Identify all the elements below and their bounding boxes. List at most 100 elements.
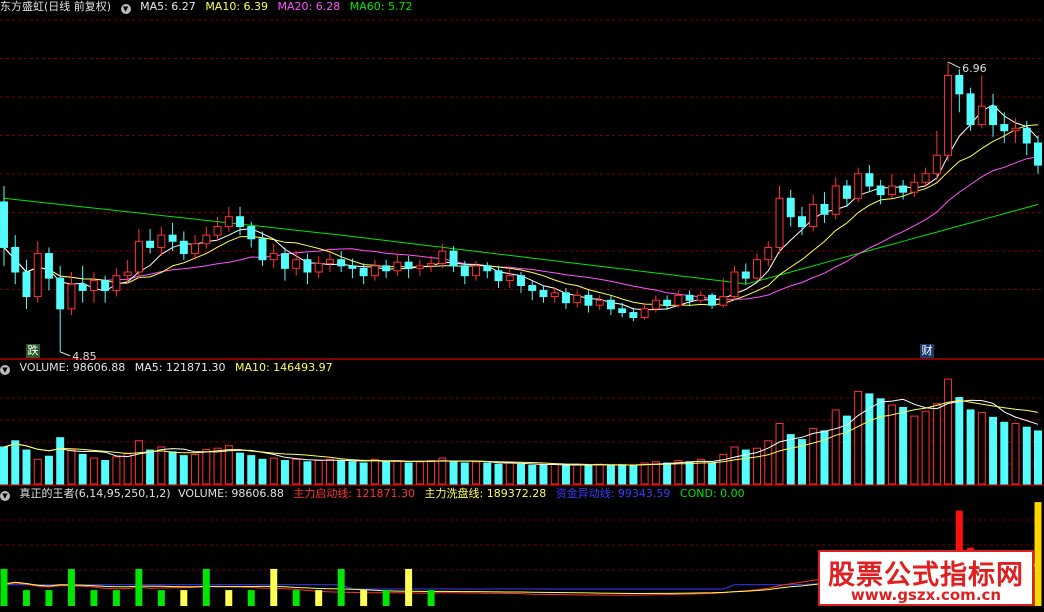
volume-bar — [775, 423, 784, 485]
volume-bar — [269, 457, 278, 485]
indicator-bar — [67, 568, 75, 606]
candle-down — [460, 265, 469, 277]
volume-bar — [989, 416, 998, 485]
volume-bar — [157, 446, 166, 485]
indicator-name[interactable]: 真正的王者(6,14,95,250,1,2) — [20, 487, 171, 500]
volume-bar — [1011, 423, 1020, 485]
candle-down — [618, 308, 627, 314]
candle-down — [606, 299, 615, 310]
indicator-dropdown-icon[interactable]: ▼ — [0, 491, 10, 501]
candle-up — [292, 259, 301, 269]
volume-bar — [708, 462, 717, 485]
volume-bar — [202, 448, 211, 485]
volume-bar — [573, 463, 582, 485]
candle-up — [651, 299, 660, 310]
indicator-bar — [337, 568, 345, 606]
volume-bar — [292, 458, 301, 485]
volume-bar — [78, 453, 87, 485]
volume-bar — [11, 440, 20, 485]
volume-bar — [629, 464, 638, 485]
settings-dropdown-icon[interactable]: ▼ — [120, 4, 131, 14]
volume-bar — [370, 458, 379, 485]
volume-bar — [449, 461, 458, 485]
candle-down — [78, 283, 87, 291]
volume-bar — [528, 464, 537, 485]
die-marker: 跌 — [26, 344, 40, 358]
indicator-cond: COND: 0.00 — [679, 487, 745, 500]
candle-up — [123, 271, 132, 277]
candle-up — [415, 265, 424, 269]
candle-up — [269, 253, 278, 261]
candle-down — [899, 185, 908, 193]
volume-bar — [651, 461, 660, 485]
volume-bar — [1000, 421, 1009, 485]
candle-down — [101, 280, 110, 291]
candle-up — [854, 173, 863, 199]
candle-up — [719, 296, 728, 306]
candle-down — [561, 292, 570, 304]
candle-up — [944, 74, 953, 156]
candle-up — [224, 216, 233, 228]
candle-down — [382, 265, 391, 272]
candle-up — [550, 292, 559, 298]
candle-up — [213, 226, 222, 236]
candle-down — [236, 216, 245, 228]
watermark-url: www.gszx.com.cn — [850, 586, 1002, 604]
candle-down — [955, 74, 964, 95]
stock-chart-window: 6.96 4.85 东方盛虹(日线 前复权) ▼ MA5: 6.27 MA10: … — [0, 0, 1044, 608]
volume-bar — [876, 398, 885, 485]
volume-bar — [606, 464, 615, 485]
candle-down — [303, 259, 312, 273]
candle-down — [741, 271, 750, 279]
volume-bar — [539, 464, 548, 485]
candle-up — [730, 271, 739, 298]
candle-up — [134, 240, 143, 273]
volume-bar — [134, 440, 143, 485]
candle-up — [674, 294, 683, 306]
ma10-label: MA10: 6.39 — [205, 0, 269, 13]
candle-up — [977, 105, 986, 126]
indicator-bar — [180, 590, 188, 606]
volume-ma5: MA5: 121871.30 — [134, 361, 226, 374]
ma5-label: MA5: 6.27 — [140, 0, 196, 13]
candle-down — [348, 265, 357, 269]
candle-up — [910, 181, 919, 193]
volume-bar — [393, 460, 402, 485]
indicator-bar — [112, 590, 120, 606]
chart-canvas[interactable]: 6.964.85 — [0, 0, 1044, 608]
site-watermark: 股票公式指标网 www.gszx.com.cn — [818, 550, 1034, 606]
volume-bar — [415, 461, 424, 485]
candle-up — [887, 185, 896, 196]
volume-bar — [966, 409, 975, 485]
candle-up — [33, 253, 42, 298]
candle-up — [505, 275, 514, 282]
volume-bar — [303, 461, 312, 485]
candle-up — [202, 234, 211, 245]
candle-down — [483, 265, 492, 272]
volume-bar — [44, 455, 53, 485]
candle-up — [427, 262, 436, 267]
volume-bar — [224, 445, 233, 485]
volume-bar — [561, 464, 570, 485]
volume-bar — [280, 460, 289, 485]
stock-title[interactable]: 东方盛虹(日线 前复权) — [0, 0, 111, 13]
candle-up — [112, 275, 121, 291]
indicator-panel-header: ▼ 真正的王者(6,14,95,250,1,2) VOLUME: 98606.8… — [0, 487, 751, 501]
candle-up — [809, 203, 818, 228]
candle-down — [1000, 124, 1009, 132]
volume-dropdown-icon[interactable]: ▼ — [0, 365, 10, 375]
candle-up — [831, 185, 840, 215]
volume-bar — [314, 460, 323, 485]
volume-bar — [944, 378, 953, 485]
candle-up — [921, 173, 930, 183]
candle-down — [11, 246, 20, 273]
volume-bar — [854, 390, 863, 485]
ma20-label: MA20: 6.28 — [277, 0, 341, 13]
volume-bar — [955, 397, 964, 485]
indicator-bar — [0, 568, 8, 606]
candle-down — [359, 267, 368, 277]
volume-bar — [33, 458, 42, 485]
candle-down — [865, 173, 874, 187]
candle-up — [157, 234, 166, 248]
candle-down — [786, 197, 795, 218]
